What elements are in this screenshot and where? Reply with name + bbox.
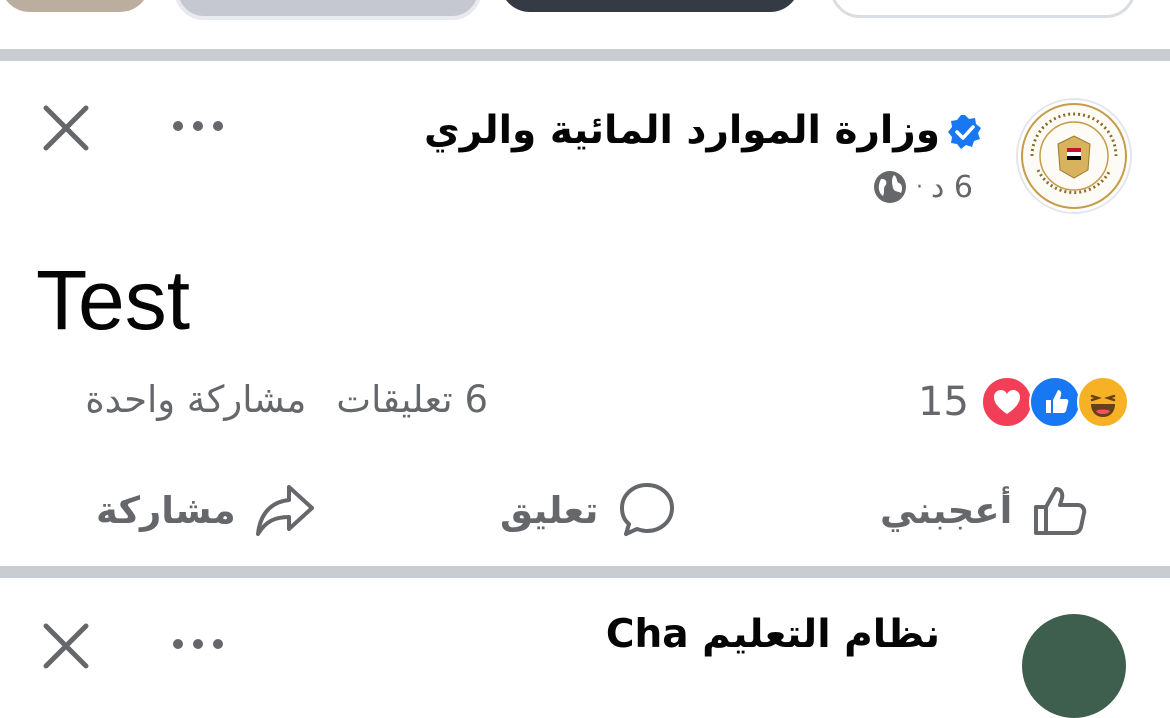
- shares-count-link[interactable]: مشاركة واحدة: [85, 378, 306, 421]
- share-label: مشاركة: [96, 488, 236, 532]
- close-post-button[interactable]: [38, 618, 94, 674]
- story-card[interactable]: [0, 0, 150, 12]
- comments-count-link[interactable]: 6 تعليقات: [336, 378, 488, 421]
- like-label: أعجبني: [880, 488, 1013, 532]
- meta-separator: ·: [916, 174, 923, 200]
- comment-label: تعليق: [500, 488, 599, 532]
- page-avatar[interactable]: [1016, 98, 1132, 214]
- next-post-page-name[interactable]: نظام التعليم Cha: [606, 612, 940, 657]
- thumbs-up-icon: [1034, 487, 1087, 535]
- like-button[interactable]: أعجبني: [880, 465, 1090, 555]
- love-icon: [980, 376, 1033, 428]
- post-timestamp[interactable]: 6 د: [931, 170, 973, 205]
- share-button[interactable]: مشاركة: [96, 465, 316, 555]
- engagement-counts: 6 تعليقات مشاركة واحدة: [85, 378, 488, 421]
- stories-strip: [0, 0, 1170, 48]
- close-post-button[interactable]: [38, 100, 94, 156]
- reactions-summary[interactable]: 15: [918, 376, 1131, 428]
- comment-button[interactable]: تعليق: [500, 465, 678, 555]
- haha-icon: [1076, 376, 1129, 428]
- like-icon: [1028, 376, 1081, 428]
- share-arrow-icon: [255, 485, 314, 536]
- story-card[interactable]: [174, 0, 482, 20]
- more-options-button[interactable]: [168, 622, 228, 666]
- page-name-link[interactable]: وزارة الموارد المائية والري: [424, 108, 940, 153]
- verified-badge-icon: [948, 115, 981, 149]
- next-post-avatar[interactable]: [1022, 614, 1126, 718]
- ministry-logo-icon: [1021, 103, 1127, 209]
- comment-bubble-icon: [620, 483, 675, 536]
- create-story-card[interactable]: [830, 0, 1136, 18]
- story-card[interactable]: [500, 0, 800, 12]
- post-text: Test: [36, 253, 191, 347]
- reaction-count: 15: [918, 379, 969, 425]
- feed-separator: [0, 49, 1170, 61]
- more-options-button[interactable]: [168, 104, 228, 148]
- post-actions: أعجبني تعليق مشاركة: [0, 465, 1170, 555]
- globe-icon: [874, 171, 906, 203]
- feed-separator: [0, 566, 1170, 578]
- post-meta: 6 د ·: [872, 168, 973, 206]
